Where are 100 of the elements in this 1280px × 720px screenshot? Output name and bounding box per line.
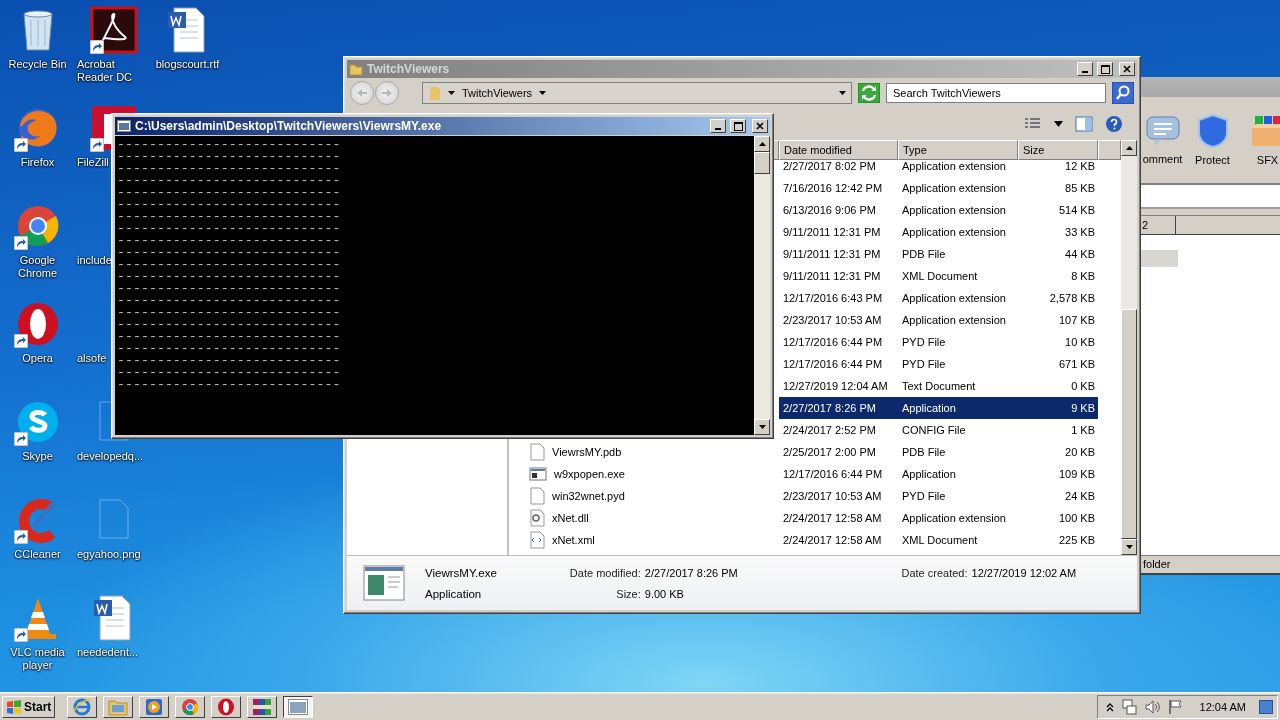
size-cell-text: 2,578 KB <box>1048 291 1096 306</box>
desktop-icon-label[interactable]: blogscourt.rtf <box>155 58 220 71</box>
preview-pane-icon <box>1075 116 1093 132</box>
console-line: ---------------------------- <box>117 187 341 199</box>
type-cell-text: Application <box>901 467 957 482</box>
scroll-thumb[interactable] <box>754 152 770 174</box>
date-cell-text: 2/23/2017 10:53 AM <box>782 489 883 504</box>
size-cell-text: 24 KB <box>1064 489 1096 504</box>
start-button[interactable]: Start <box>2 695 56 718</box>
clock[interactable]: 12:04 AM <box>1199 700 1246 713</box>
file-name[interactable]: xNet.dll <box>548 507 589 529</box>
file-name[interactable]: ViewrsMY.pdb <box>548 441 622 463</box>
close-button[interactable] <box>752 119 768 133</box>
desktop-icon-label[interactable]: Skype <box>22 450 53 463</box>
console-line: ---------------------------- <box>117 331 341 343</box>
desktop-icon-label[interactable]: egyahoo.png <box>77 548 141 561</box>
scroll-up-button[interactable] <box>754 136 770 152</box>
breadcrumb-item[interactable]: TwitchViewers <box>462 87 533 99</box>
application-window-icon <box>363 565 405 601</box>
taskbar-button[interactable] <box>283 695 314 718</box>
column-header[interactable]: 2 <box>1140 216 1176 234</box>
desktop-icon-label[interactable]: Opera <box>22 352 53 365</box>
help-icon <box>1105 115 1123 133</box>
type-cell-text: Application extension <box>901 291 1007 306</box>
shortcut-arrow-icon <box>89 40 104 54</box>
type-cell-text: PYD File <box>901 357 947 372</box>
column-header[interactable] <box>1098 140 1121 160</box>
shortcut-arrow-icon <box>13 432 28 446</box>
toolbar-button[interactable]: Protect <box>1185 114 1240 166</box>
show-desktop-button[interactable] <box>1259 699 1273 714</box>
address-bar[interactable]: TwitchViewers <box>422 82 852 104</box>
desktop-icon-label[interactable]: FileZill <box>77 156 109 169</box>
window-title: C:\Users\admin\Desktop\TwitchViewers\ViewrsMY.exe <box>135 119 443 133</box>
volume-icon[interactable] <box>1143 698 1160 715</box>
search-field[interactable]: Search TwitchViewers <box>886 83 1106 103</box>
date-cell-text: 6/13/2016 9:06 PM <box>782 203 877 218</box>
maximize-button[interactable] <box>1097 62 1113 76</box>
close-icon <box>756 122 764 130</box>
size-cell-text: 20 KB <box>1064 445 1096 460</box>
scroll-down-button[interactable] <box>1121 539 1137 555</box>
desktop-icon-label[interactable]: Firefox <box>20 156 55 169</box>
desktop-icon-label[interactable]: Acrobat Reader DC <box>77 58 137 84</box>
view-options-button[interactable] <box>1024 117 1042 131</box>
column-header[interactable]: Date modified <box>779 140 898 160</box>
desktop-icon-label[interactable]: alsofe <box>77 352 107 365</box>
file-name[interactable]: xNet.xml <box>548 529 595 551</box>
file-name[interactable]: w9xpopen.exe <box>550 463 625 485</box>
console-line: ---------------------------- <box>117 247 341 259</box>
desktop-icon-label[interactable]: include <box>77 254 112 267</box>
network-icon[interactable] <box>1120 698 1137 715</box>
desktop-icon-label[interactable]: CCleaner <box>14 548 61 561</box>
size-cell-text: 44 KB <box>1064 247 1096 262</box>
down-arrow-icon <box>538 90 548 96</box>
console-line: ---------------------------- <box>117 139 341 151</box>
right-arrow-icon <box>381 88 393 98</box>
search-button[interactable] <box>1112 82 1134 104</box>
console-line: ---------------------------- <box>117 211 341 223</box>
column-header[interactable]: Type <box>898 140 1018 160</box>
type-cell-text: XML Document <box>901 269 979 284</box>
address-field[interactable] <box>1140 185 1280 209</box>
date-cell-text: 12/17/2016 6:43 PM <box>782 291 884 306</box>
file-name[interactable]: win32wnet.pyd <box>548 485 625 507</box>
scroll-down-button[interactable] <box>754 419 770 435</box>
toolbar-button[interactable]: omment <box>1140 115 1185 165</box>
minimize-button[interactable] <box>710 119 726 133</box>
type-cell-text: Application extension <box>901 511 1007 526</box>
refresh-button[interactable] <box>858 83 880 103</box>
scroll-up-button[interactable] <box>1121 140 1137 156</box>
up-arrow-icon <box>757 141 767 147</box>
flag-icon[interactable] <box>1166 698 1183 715</box>
scroll-thumb[interactable] <box>1121 309 1137 539</box>
minimize-button[interactable] <box>1077 62 1093 76</box>
field-label: Date created: <box>900 566 968 579</box>
date-cell-text: 12/17/2016 6:44 PM <box>782 357 884 372</box>
column-header[interactable]: Size <box>1018 140 1098 160</box>
desktop-icon-label[interactable]: developedq... <box>77 450 144 463</box>
maximize-button[interactable] <box>730 119 746 133</box>
desktop-icon-label[interactable]: Google Chrome <box>0 254 75 280</box>
type-cell-text: CONFIG File <box>901 423 967 438</box>
console-line: ---------------------------- <box>117 175 341 187</box>
scrollbar[interactable] <box>1121 140 1137 555</box>
help-button[interactable] <box>1105 115 1123 133</box>
size-cell-text: 1 KB <box>1070 423 1096 438</box>
size-cell-text: 514 KB <box>1057 203 1096 218</box>
view-dropdown-button[interactable] <box>1054 121 1063 127</box>
type-cell-text: Application extension <box>901 181 1007 196</box>
console-line: ---------------------------- <box>117 379 341 391</box>
desktop-icon-label[interactable]: Recycle Bin <box>8 58 67 71</box>
scrollbar[interactable] <box>754 136 770 435</box>
close-button[interactable] <box>1119 62 1135 76</box>
toolbar-button[interactable]: SFX <box>1240 114 1280 166</box>
size-cell-text: 225 KB <box>1057 533 1096 548</box>
preview-pane-button[interactable] <box>1075 116 1093 132</box>
media-player-icon <box>145 697 164 716</box>
type-cell-text: PYD File <box>901 489 947 504</box>
show-hidden-icons-button[interactable] <box>1105 701 1114 712</box>
size-cell-text: 671 KB <box>1057 357 1096 372</box>
close-icon <box>1123 65 1131 73</box>
console-line: ---------------------------- <box>117 355 341 367</box>
type-cell-text: XML Document <box>901 533 979 548</box>
